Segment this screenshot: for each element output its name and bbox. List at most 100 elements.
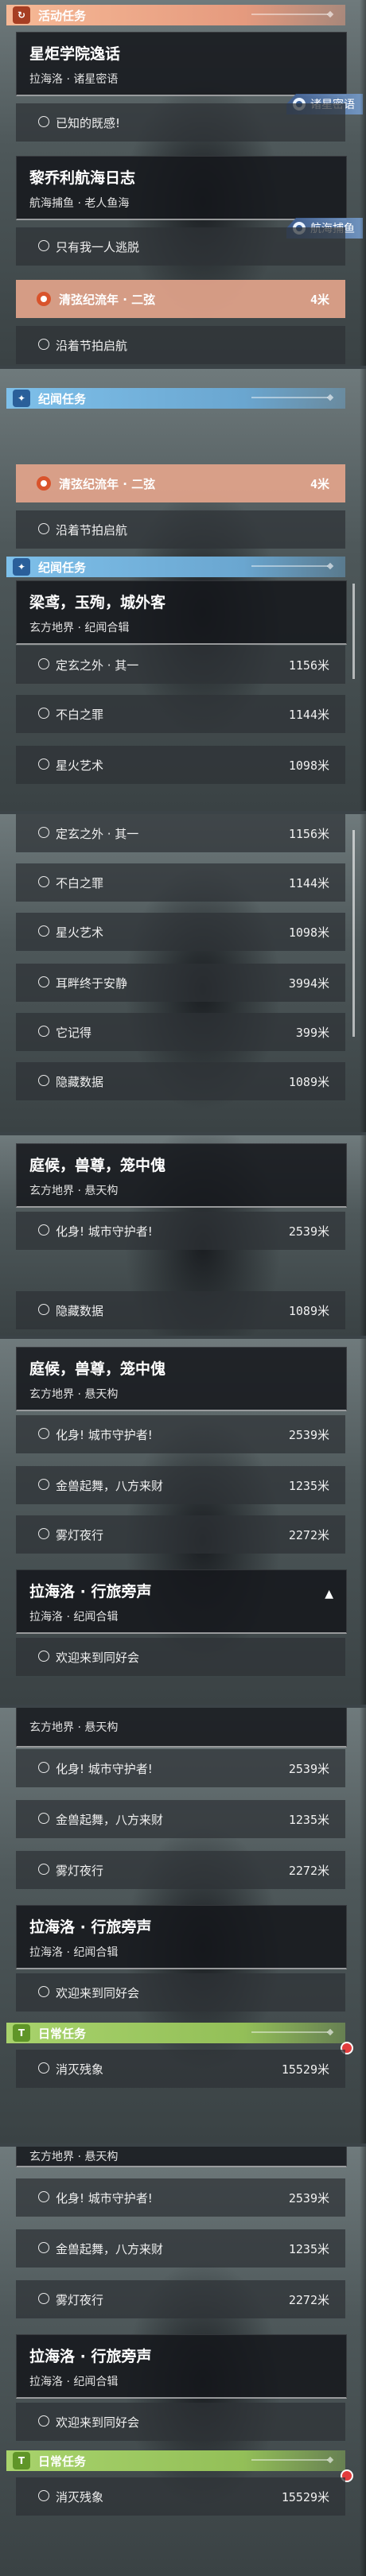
quest-row[interactable]: 雾灯夜行 2272米 [16, 2280, 345, 2318]
daily-quest-icon: T [13, 2024, 30, 2042]
quest-row-label: 欢迎来到同好会 [56, 1986, 140, 2000]
quest-header-liangchao[interactable]: 梁鸢，玉殉，城外客 玄方地界 · 纪闻合辑 [16, 580, 347, 645]
quest-row[interactable]: 消灭残象 15529米 [16, 2050, 345, 2088]
quest-row-label: 定玄之外 · 其一 [56, 827, 139, 841]
quest-row-label: 雾灯夜行 [56, 2293, 104, 2307]
quest-title: 拉海洛 · 行旅旁声 [29, 1918, 152, 1936]
category-header-daily[interactable]: T 日常任务 [6, 2023, 345, 2043]
quest-header-xingju[interactable]: 星炬学院逸话 拉海洛 · 诸星密语 [16, 32, 347, 96]
quest-row[interactable]: 欢迎来到同好会 [16, 1973, 345, 2012]
scrollbar[interactable] [352, 830, 355, 1037]
quest-distance: 2539米 [288, 1762, 329, 1776]
quest-title: 星炬学院逸话 [29, 45, 121, 63]
quest-title: 黎乔利航海日志 [29, 169, 136, 187]
quest-subtitle: 玄方地界 · 悬天构 [29, 1721, 119, 1734]
quest-row[interactable]: 化身! 城市守护者! 2539米 [16, 1212, 345, 1250]
quest-row[interactable]: 金兽起舞，八方来财 1235米 [16, 1800, 345, 1838]
quest-row[interactable]: 化身! 城市守护者! 2539米 [16, 2178, 345, 2217]
quest-distance: 1089米 [288, 1075, 329, 1089]
quest-row[interactable]: 定玄之外 · 其一 1156米 [16, 814, 345, 852]
category-header-plot[interactable]: ✦ 纪闻任务 [6, 557, 345, 577]
radio-icon [38, 1428, 49, 1439]
radio-icon [38, 876, 49, 887]
radio-icon [38, 758, 49, 770]
quest-row[interactable]: 星火艺术 1098米 [16, 746, 345, 784]
quest-distance: 1098米 [288, 925, 329, 940]
quest-subtitle: 拉海洛 · 纪闻合辑 [29, 2376, 119, 2388]
quest-row-label: 化身! 城市守护者! [56, 1762, 153, 1776]
radio-icon [38, 1528, 49, 1539]
quest-header-tinghou-partial[interactable]: 玄方地界 · 悬天构 [16, 1708, 347, 1748]
quest-row[interactable]: 不白之罪 1144米 [16, 863, 345, 902]
quest-row-label: 不白之罪 [56, 876, 104, 890]
category-decoration [251, 565, 328, 567]
quest-subtitle: 玄方地界 · 悬天构 [29, 1185, 119, 1197]
quest-distance: 4米 [310, 293, 329, 307]
quest-distance: 399米 [295, 1026, 329, 1040]
quest-title: 庭候，兽尊，笼中傀 [29, 1360, 166, 1378]
quest-row[interactable]: 雾灯夜行 2272米 [16, 1515, 345, 1554]
quest-header-lahailuo[interactable]: 拉海洛 · 行旅旁声 拉海洛 · 纪闻合辑 [16, 1905, 347, 1969]
quest-row[interactable]: 雾灯夜行 2272米 [16, 1851, 345, 1889]
radio-icon [38, 116, 49, 127]
category-title: 日常任务 [38, 2454, 87, 2469]
quest-row[interactable]: 星火艺术 1098米 [16, 913, 345, 951]
quest-distance: 2539米 [288, 1428, 329, 1442]
scrollbar[interactable] [352, 584, 355, 679]
quest-row[interactable]: 沿着节拍启航 [16, 510, 345, 549]
quest-row[interactable]: 不白之罪 1144米 [16, 695, 345, 733]
collapse-chevron-icon[interactable]: ▲ [325, 1588, 333, 1600]
quest-row[interactable]: 化身! 城市守护者! 2539米 [16, 1749, 345, 1787]
quest-row[interactable]: 已知的既感! [16, 103, 345, 142]
quest-row-label: 雾灯夜行 [56, 1864, 104, 1878]
quest-row-label: 耳畔终于安静 [56, 976, 128, 991]
quest-row[interactable]: 欢迎来到同好会 [16, 1638, 345, 1676]
quest-subtitle: 玄方地界 · 悬天构 [29, 2151, 119, 2163]
quest-header-lahailuo[interactable]: 拉海洛 · 行旅旁声 拉海洛 · 纪闻合辑 [16, 2334, 347, 2399]
quest-row[interactable]: 金兽起舞，八方来财 1235米 [16, 1466, 345, 1504]
quest-header-hanghai[interactable]: 黎乔利航海日志 航海捕鱼 · 老人鱼海 [16, 156, 347, 220]
quest-row[interactable]: 隐藏数据 1089米 [16, 1291, 345, 1329]
quest-row-label: 化身! 城市守护者! [56, 1428, 153, 1442]
quest-row[interactable]: 定玄之外 · 其一 1156米 [16, 646, 345, 684]
radio-icon [38, 1813, 49, 1824]
quest-row[interactable]: 消灭残象 15529米 [16, 2477, 345, 2516]
quest-distance: 1235米 [288, 2242, 329, 2256]
radio-icon [38, 2191, 49, 2202]
quest-row[interactable]: 它记得 399米 [16, 1013, 345, 1051]
category-decoration [251, 14, 328, 15]
quest-row-label: 雾灯夜行 [56, 1528, 104, 1542]
tracked-quest-icon [37, 476, 51, 491]
quest-distance: 15529米 [281, 2490, 329, 2504]
quest-subtitle: 玄方地界 · 纪闻合辑 [29, 622, 130, 634]
quest-header-tinghou[interactable]: 庭候，兽尊，笼中傀 玄方地界 · 悬天构 [16, 1347, 347, 1411]
quest-header-tinghou[interactable]: 庭候，兽尊，笼中傀 玄方地界 · 悬天构 [16, 1143, 347, 1208]
quest-subtitle: 拉海洛 · 纪闻合辑 [29, 1611, 119, 1624]
quest-row-tracked[interactable]: 清弦纪流年 · 二弦 4米 [16, 280, 345, 318]
category-header-plot[interactable]: ✦ 纪闻任务 [6, 388, 345, 409]
quest-row[interactable]: 沿着节拍启航 [16, 326, 345, 364]
quest-row[interactable]: 金兽起舞，八方来财 1235米 [16, 2229, 345, 2268]
quest-row-label: 消灭残象 [56, 2490, 104, 2504]
quest-distance: 2272米 [288, 1864, 329, 1878]
quest-distance: 1156米 [288, 827, 329, 841]
quest-row[interactable]: 耳畔终于安静 3994米 [16, 964, 345, 1002]
quest-row-label: 化身! 城市守护者! [56, 2191, 153, 2206]
quest-row[interactable]: 只有我一人逃脱 [16, 227, 345, 266]
category-header-daily[interactable]: T 日常任务 [6, 2450, 345, 2471]
category-title: 日常任务 [38, 2026, 87, 2041]
quest-row[interactable]: 化身! 城市守护者! 2539米 [16, 1415, 345, 1453]
quest-header-tinghou-partial[interactable]: 玄方地界 · 悬天构 [16, 2147, 347, 2167]
quest-row-label: 化身! 城市守护者! [56, 1224, 153, 1239]
quest-row-label: 定玄之外 · 其一 [56, 658, 139, 673]
category-title: 纪闻任务 [38, 560, 87, 575]
quest-header-lahailuo[interactable]: 拉海洛 · 行旅旁声 拉海洛 · 纪闻合辑 ▲ [16, 1569, 347, 1634]
quest-row[interactable]: 隐藏数据 1089米 [16, 1062, 345, 1100]
radio-icon [38, 976, 49, 987]
category-header-activity[interactable]: ↻ 活动任务 [6, 5, 345, 25]
quest-row-label: 清弦纪流年 · 二弦 [59, 477, 156, 491]
quest-row-tracked[interactable]: 清弦纪流年 · 二弦 4米 [16, 464, 345, 502]
quest-row[interactable]: 欢迎来到同好会 [16, 2403, 345, 2441]
quest-row-label: 只有我一人逃脱 [56, 240, 140, 254]
radio-icon [38, 658, 49, 669]
